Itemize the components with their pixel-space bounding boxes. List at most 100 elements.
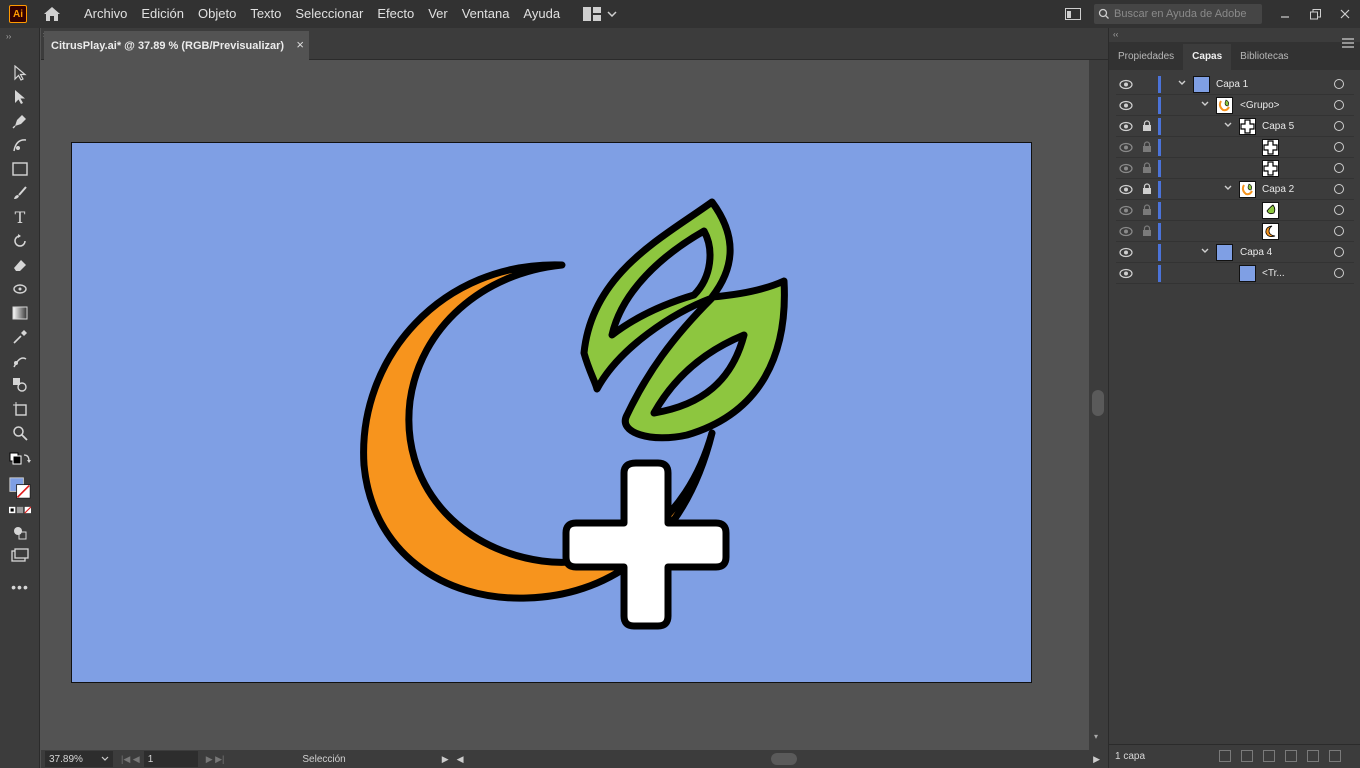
close-window-button[interactable] <box>1330 0 1360 28</box>
first-artboard-icon[interactable]: |◀ ◀ <box>121 754 140 765</box>
layer-row[interactable] <box>1116 221 1354 242</box>
menu-edicion[interactable]: Edición <box>134 0 191 28</box>
target-circle-icon[interactable] <box>1334 226 1344 236</box>
eraser-tool-icon[interactable] <box>9 254 31 276</box>
new-sublayer-icon[interactable] <box>1285 750 1297 762</box>
layer-row[interactable]: Capa 5 <box>1116 116 1354 137</box>
workspace-switcher[interactable] <box>583 7 617 21</box>
vertical-scroll-thumb[interactable] <box>1092 390 1104 416</box>
locate-object-icon[interactable] <box>1241 750 1253 762</box>
document-tab[interactable]: CitrusPlay.ai* @ 37.89 % (RGB/Previsuali… <box>44 31 309 60</box>
lock-icon[interactable] <box>1142 183 1152 195</box>
shape-builder-tool-icon[interactable] <box>9 374 31 396</box>
target-circle-icon[interactable] <box>1334 142 1344 152</box>
vertical-scrollbar[interactable]: ▾ <box>1089 60 1108 750</box>
selection-tool-icon[interactable] <box>9 62 31 84</box>
zoom-select[interactable]: 37.89% <box>45 751 113 767</box>
rectangle-tool-icon[interactable] <box>9 158 31 180</box>
lock-icon[interactable] <box>1142 141 1152 153</box>
home-icon[interactable] <box>41 3 63 25</box>
chevron-down-icon[interactable] <box>1177 78 1187 88</box>
target-circle-icon[interactable] <box>1334 163 1344 173</box>
eye-icon[interactable] <box>1119 121 1133 132</box>
chevron-down-icon[interactable] <box>1223 120 1233 130</box>
eye-icon[interactable] <box>1119 79 1133 90</box>
artboard-tool-icon[interactable] <box>9 398 31 420</box>
menu-texto[interactable]: Texto <box>243 0 288 28</box>
eye-icon[interactable] <box>1119 268 1133 279</box>
lock-icon[interactable] <box>1142 162 1152 174</box>
target-circle-icon[interactable] <box>1334 268 1344 278</box>
eye-icon[interactable] <box>1119 163 1133 174</box>
menu-objeto[interactable]: Objeto <box>191 0 243 28</box>
arrange-documents-icon[interactable] <box>1058 0 1088 28</box>
scroll-left-icon[interactable]: ◀ <box>457 754 464 765</box>
last-artboard-icon[interactable]: ▶ ▶| <box>206 754 225 765</box>
layer-row[interactable]: Capa 4 <box>1116 242 1354 263</box>
lock-icon[interactable] <box>1142 204 1152 216</box>
canvas-area[interactable] <box>41 60 1089 750</box>
eyedropper-tool-icon[interactable] <box>9 326 31 348</box>
layer-row[interactable]: <Grupo> <box>1116 95 1354 116</box>
panel-menu-icon[interactable] <box>1342 36 1354 51</box>
width-tool-icon[interactable] <box>9 278 31 300</box>
close-tab-icon[interactable]: × <box>296 37 304 52</box>
layer-row[interactable] <box>1116 158 1354 179</box>
new-layer-icon[interactable] <box>1307 750 1319 762</box>
export-icon[interactable] <box>1219 750 1231 762</box>
collapse-arrows-icon[interactable]: ‹‹ <box>1113 30 1118 39</box>
eye-icon[interactable] <box>1119 100 1133 111</box>
target-circle-icon[interactable] <box>1334 247 1344 257</box>
eye-icon[interactable] <box>1119 184 1133 195</box>
target-circle-icon[interactable] <box>1334 205 1344 215</box>
minimize-button[interactable] <box>1270 0 1300 28</box>
target-circle-icon[interactable] <box>1334 184 1344 194</box>
layer-row[interactable] <box>1116 200 1354 221</box>
artboard-number-select[interactable]: 1 <box>143 751 198 767</box>
menu-ayuda[interactable]: Ayuda <box>516 0 567 28</box>
fill-stroke-swatches[interactable] <box>9 474 31 502</box>
eye-icon[interactable] <box>1119 226 1133 237</box>
status-menu-arrow-icon[interactable]: ▶ <box>442 754 449 765</box>
more-tools-icon[interactable]: ••• <box>9 576 31 598</box>
target-circle-icon[interactable] <box>1334 121 1344 131</box>
tab-capas[interactable]: Capas <box>1183 44 1232 70</box>
eye-icon[interactable] <box>1119 205 1133 216</box>
chevron-down-icon[interactable] <box>1200 99 1210 109</box>
rotate-tool-icon[interactable] <box>9 230 31 252</box>
delete-icon[interactable] <box>1329 750 1341 762</box>
curvature-tool-icon[interactable] <box>9 134 31 156</box>
tab-propiedades[interactable]: Propiedades <box>1109 44 1183 70</box>
collapse-arrows-icon[interactable]: ›› <box>6 32 11 41</box>
menu-efecto[interactable]: Efecto <box>370 0 421 28</box>
chevron-down-icon[interactable] <box>1223 183 1233 193</box>
type-tool-icon[interactable]: T <box>9 206 31 228</box>
chevron-down-icon[interactable] <box>1200 246 1210 256</box>
lock-icon[interactable] <box>1142 225 1152 237</box>
layer-row[interactable]: Capa 1 <box>1116 74 1354 95</box>
layer-row[interactable]: <Tr... <box>1116 263 1354 284</box>
blend-tool-icon[interactable] <box>9 350 31 372</box>
menu-archivo[interactable]: Archivo <box>77 0 134 28</box>
artboard[interactable] <box>71 142 1032 683</box>
menu-ver[interactable]: Ver <box>421 0 455 28</box>
restore-button[interactable] <box>1300 0 1330 28</box>
menu-ventana[interactable]: Ventana <box>455 0 517 28</box>
scroll-right-icon[interactable]: ▶ <box>1093 754 1100 765</box>
eye-icon[interactable] <box>1119 247 1133 258</box>
help-search-input[interactable]: Buscar en Ayuda de Adobe <box>1094 4 1262 24</box>
eye-icon[interactable] <box>1119 142 1133 153</box>
color-mode-icons[interactable] <box>9 504 31 516</box>
lock-icon[interactable] <box>1142 120 1152 132</box>
menu-seleccionar[interactable]: Seleccionar <box>288 0 370 28</box>
paintbrush-tool-icon[interactable] <box>9 182 31 204</box>
tab-bibliotecas[interactable]: Bibliotecas <box>1231 44 1297 70</box>
layer-row[interactable]: Capa 2 <box>1116 179 1354 200</box>
layer-row[interactable] <box>1116 137 1354 158</box>
gradient-tool-icon[interactable] <box>9 302 31 324</box>
screen-mode-icon[interactable] <box>9 544 31 566</box>
scroll-down-icon[interactable]: ▾ <box>1094 732 1098 741</box>
clipping-mask-icon[interactable] <box>1263 750 1275 762</box>
direct-selection-tool-icon[interactable] <box>9 86 31 108</box>
target-circle-icon[interactable] <box>1334 100 1344 110</box>
